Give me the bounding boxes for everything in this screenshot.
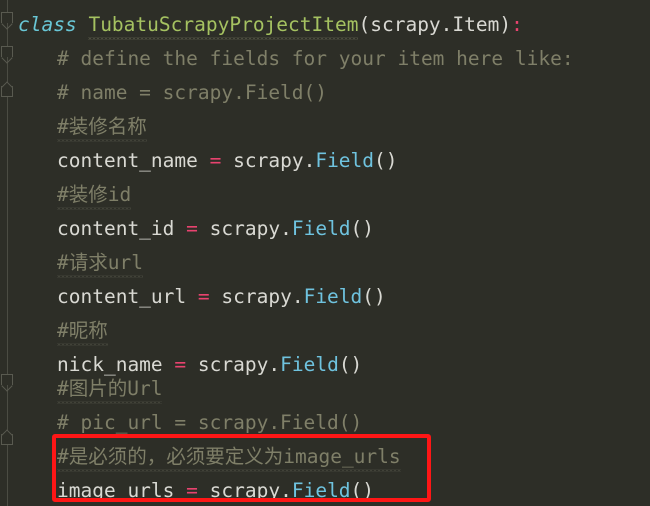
code-token: scrapy. [209, 479, 292, 502]
code-line[interactable]: #图片的Url [0, 372, 650, 407]
code-token: #图片的Url [57, 372, 163, 407]
code-token: ( [358, 13, 371, 36]
code-token: Field [291, 217, 351, 240]
code-editor-screenshot: class TubatuScrapyProjectItem(scrapy.Ite… [0, 0, 650, 506]
code-token: () [374, 149, 398, 172]
code-token: class [18, 13, 77, 36]
code-token: scrapy. [209, 217, 292, 240]
code-line[interactable]: content_name = scrapy.Field() [0, 144, 650, 179]
code-token: #昵称 [57, 314, 108, 349]
code-line[interactable]: content_url = scrapy.Field() [0, 280, 650, 315]
code-content-area[interactable]: class TubatuScrapyProjectItem(scrapy.Ite… [0, 0, 650, 506]
code-token: content_id [57, 217, 175, 240]
code-token: content_url [57, 285, 187, 308]
code-line[interactable]: #昵称 [0, 314, 650, 349]
code-token: scrapy.Item [370, 13, 500, 36]
code-line[interactable]: #装修id [0, 178, 650, 213]
code-token: = [186, 479, 198, 502]
code-token: # define the fields for your item here l… [57, 47, 574, 70]
code-token: content_name [57, 149, 198, 172]
code-token: # pic_url = scrapy.Field() [57, 411, 363, 434]
code-line[interactable]: class TubatuScrapyProjectItem(scrapy.Ite… [0, 8, 650, 43]
code-token: scrapy. [221, 285, 304, 308]
code-line[interactable]: #装修名称 [0, 110, 650, 145]
code-token: () [350, 479, 375, 502]
code-line[interactable]: # name = scrapy.Field() [0, 76, 650, 111]
code-line[interactable]: # define the fields for your item here l… [0, 42, 650, 77]
code-token: #装修id [57, 178, 132, 213]
code-token: # name = scrapy.Field() [57, 81, 328, 104]
code-line[interactable]: #请求url [0, 246, 650, 281]
code-line[interactable]: # pic_url = scrapy.Field() [0, 406, 650, 441]
code-line[interactable]: #是必须的，必须要定义为image_urls [0, 440, 650, 475]
code-token: Field [303, 285, 363, 308]
code-line[interactable]: content_id = scrapy.Field() [0, 212, 650, 247]
code-token: Field [315, 149, 375, 172]
code-token: #装修名称 [57, 110, 147, 145]
code-token: #是必须的，必须要定义为image_urls [57, 440, 401, 475]
code-token: TubatuScrapyProjectItem [88, 8, 359, 43]
code-token: () [350, 217, 375, 240]
code-token: scrapy. [233, 149, 316, 172]
code-token: : [511, 13, 523, 36]
code-token: ) [499, 13, 512, 36]
code-token: #请求url [57, 246, 143, 281]
code-token: () [362, 285, 386, 308]
code-token: image_urls [57, 479, 175, 502]
code-token: = [197, 285, 210, 308]
code-token: Field [291, 479, 351, 502]
code-line[interactable]: image_urls = scrapy.Field() [0, 474, 650, 506]
code-token: = [186, 217, 198, 240]
code-token: = [209, 149, 222, 172]
